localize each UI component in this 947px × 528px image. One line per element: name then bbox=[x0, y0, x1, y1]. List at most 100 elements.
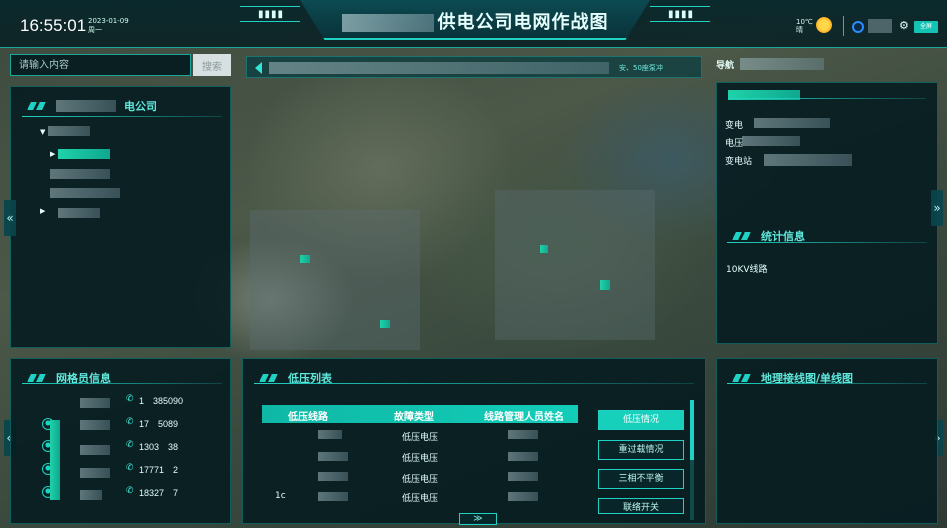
member-phone: 17 5089 bbox=[139, 419, 179, 429]
scrollbar-thumb[interactable] bbox=[690, 400, 694, 460]
station-value-2 bbox=[742, 136, 800, 146]
low-voltage-underline bbox=[254, 383, 694, 384]
member-phone: 17771 2 bbox=[139, 465, 179, 475]
member-phone: 1 385090 bbox=[139, 396, 184, 406]
right-panel-toggle[interactable]: » bbox=[931, 190, 943, 226]
tie-switch-button[interactable]: 联络开关 bbox=[598, 498, 684, 514]
cell-line: 1c bbox=[275, 491, 286, 501]
stats-label: 10KV线路 bbox=[726, 265, 768, 275]
phone-icon: ✆ bbox=[126, 486, 134, 496]
header-deco-bars-left: ▮▮▮▮ bbox=[258, 9, 285, 20]
overload-button[interactable]: 重过载情况 bbox=[598, 440, 684, 460]
dashboard: ▮▮▮▮ ▮▮▮▮ 供电公司电网作战图 16:55:01 2023-01-09 … bbox=[0, 0, 947, 528]
page-title: 供电公司电网作战图 bbox=[300, 8, 650, 34]
phone-icon: ✆ bbox=[126, 463, 134, 473]
member-name-redacted bbox=[80, 468, 110, 478]
org-panel-header: 电公司 bbox=[22, 98, 157, 114]
notice-text: 安、50座泵冲 bbox=[619, 64, 663, 72]
title-redacted bbox=[341, 14, 434, 32]
map-blur-region bbox=[495, 190, 655, 340]
map-blur-region bbox=[250, 210, 420, 350]
clock: 16:55:01 bbox=[20, 16, 87, 35]
station-label-3: 变电站 bbox=[725, 157, 753, 167]
three-phase-imbalance-button[interactable]: 三相不平衡 bbox=[598, 469, 684, 489]
cell-fault: 低压电压 bbox=[402, 475, 439, 485]
cell-manager-redacted bbox=[508, 492, 538, 501]
column-header-manager[interactable]: 线路管理人员姓名 bbox=[484, 408, 564, 423]
tree-node[interactable] bbox=[50, 169, 110, 179]
chevrons-icon bbox=[22, 102, 48, 110]
member-name-redacted bbox=[80, 490, 102, 500]
header-deco-bars-right: ▮▮▮▮ bbox=[668, 9, 695, 20]
cell-fault: 低压电压 bbox=[402, 494, 439, 504]
chevrons-icon bbox=[254, 374, 280, 382]
stats-panel-underline bbox=[727, 242, 927, 243]
user-avatar[interactable] bbox=[852, 21, 864, 33]
weather-temp: 10℃ bbox=[796, 18, 813, 26]
cell-line-redacted bbox=[318, 472, 348, 481]
tree-node-root[interactable] bbox=[48, 126, 90, 136]
map-marker[interactable] bbox=[300, 255, 310, 263]
phone-icon: ✆ bbox=[126, 394, 134, 404]
tree-expand-icon[interactable]: ▼ bbox=[40, 128, 45, 136]
wiring-panel-underline bbox=[727, 383, 927, 384]
user-name-redacted[interactable] bbox=[868, 19, 892, 33]
expand-down-button[interactable]: ≫ bbox=[459, 513, 497, 525]
org-panel-title: 电公司 bbox=[124, 100, 157, 113]
cell-manager-redacted bbox=[508, 472, 538, 481]
cell-manager-redacted bbox=[508, 452, 538, 461]
cell-line-redacted bbox=[318, 452, 348, 461]
member-name-redacted bbox=[80, 420, 110, 430]
cell-fault: 低压电压 bbox=[402, 454, 439, 464]
map-marker[interactable] bbox=[600, 280, 610, 290]
tree-node[interactable] bbox=[58, 208, 100, 218]
station-name-redacted bbox=[740, 58, 824, 70]
tree-node-selected[interactable] bbox=[58, 149, 110, 159]
org-tree-panel bbox=[10, 86, 231, 348]
member-phone: 18327 7 bbox=[139, 488, 179, 498]
phone-icon: ✆ bbox=[126, 440, 134, 450]
member-name-redacted bbox=[80, 398, 110, 408]
column-header-line[interactable]: 低压线路 bbox=[288, 408, 328, 423]
cell-line-redacted bbox=[318, 430, 342, 439]
org-panel-underline bbox=[22, 116, 222, 117]
header-divider bbox=[843, 16, 844, 36]
cell-line-redacted bbox=[318, 492, 348, 501]
notice-arrow-icon[interactable] bbox=[255, 62, 262, 74]
low-voltage-button[interactable]: 低压情况 bbox=[598, 410, 684, 430]
tree-node[interactable] bbox=[50, 188, 120, 198]
phone-icon: ✆ bbox=[126, 417, 134, 427]
map-marker[interactable] bbox=[540, 245, 548, 253]
member-name-redacted bbox=[80, 445, 110, 455]
date-text: 2023-01-09 bbox=[88, 17, 129, 25]
weekday-text: 周一 bbox=[88, 26, 102, 34]
weather-block: 10℃ 晴 bbox=[796, 18, 813, 34]
gear-icon[interactable]: ⚙ bbox=[899, 19, 909, 32]
date-block: 2023-01-09 周一 bbox=[88, 17, 129, 35]
column-header-fault[interactable]: 故障类型 bbox=[394, 408, 434, 423]
fullscreen-button[interactable]: 全屏 bbox=[914, 21, 938, 33]
member-status-redacted bbox=[50, 420, 60, 500]
station-value-3 bbox=[764, 154, 852, 166]
station-value-1 bbox=[754, 118, 830, 128]
grid-members-underline bbox=[22, 383, 222, 384]
search-button[interactable]: 搜索 bbox=[193, 54, 231, 76]
notice-bar: 安、50座泵冲 bbox=[246, 56, 702, 78]
chevrons-icon bbox=[727, 232, 753, 240]
weather-desc: 晴 bbox=[796, 26, 803, 34]
member-phone: 1303 38 bbox=[139, 442, 179, 452]
left-panel-toggle[interactable]: « bbox=[4, 200, 16, 236]
notice-redacted bbox=[269, 62, 609, 74]
tree-collapse-icon[interactable]: ▶ bbox=[50, 150, 55, 158]
station-panel-underline bbox=[728, 98, 926, 99]
station-panel-title: 导航 bbox=[716, 61, 735, 71]
org-name-redacted bbox=[56, 100, 116, 112]
search-input[interactable] bbox=[10, 54, 191, 76]
chevrons-icon bbox=[727, 374, 753, 382]
sun-icon bbox=[816, 17, 832, 33]
cell-fault: 低压电压 bbox=[402, 433, 439, 443]
tree-collapse-icon[interactable]: ▶ bbox=[40, 207, 45, 215]
station-label-2: 电压 bbox=[725, 139, 744, 149]
station-label-1: 变电 bbox=[725, 121, 744, 131]
map-marker[interactable] bbox=[380, 320, 390, 328]
